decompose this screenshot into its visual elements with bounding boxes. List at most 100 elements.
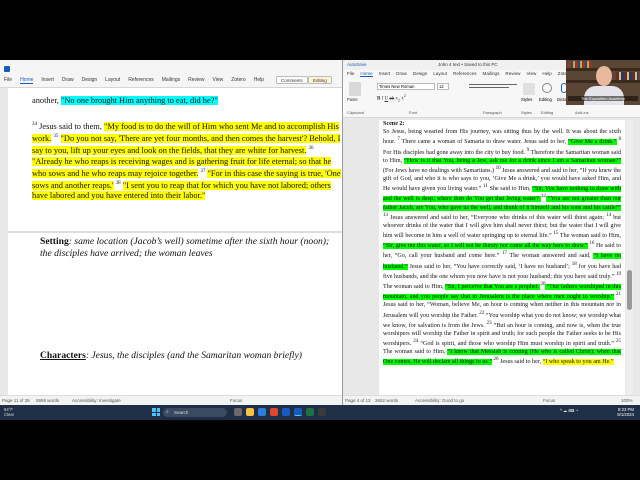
setting-paragraph: Setting: same location (Jacob’s well) so…: [40, 236, 340, 260]
tab-home[interactable]: Home: [360, 71, 373, 77]
file-explorer-icon[interactable]: [246, 408, 254, 416]
group-styles: Styles: [521, 110, 532, 115]
font-name-select[interactable]: Times New Roman: [377, 83, 435, 90]
tab-draw[interactable]: Draw: [62, 77, 74, 84]
tab-layout[interactable]: Layout: [433, 71, 447, 77]
tab-review[interactable]: Review: [505, 71, 520, 77]
para2-highlight-b: "Do you not say, 'There are yet four mon…: [32, 134, 341, 156]
page-count[interactable]: Page 11 of 39: [2, 398, 30, 403]
font-format-buttons[interactable]: B I U ab x2 x2: [377, 93, 406, 103]
tab-draw[interactable]: Draw: [396, 71, 407, 77]
word-app-icon[interactable]: [294, 408, 302, 416]
tab-design[interactable]: Design: [413, 71, 427, 77]
tab-view[interactable]: View: [213, 77, 224, 84]
ribbon-tabs-right: File Home Insert Draw Design Layout Refe…: [347, 71, 571, 77]
word-count[interactable]: 5958 words: [36, 398, 59, 403]
styles-button[interactable]: Styles: [521, 97, 532, 102]
comments-button[interactable]: Comments: [276, 76, 308, 84]
word-window-left: File Home Insert Draw Design Layout Refe…: [0, 60, 342, 405]
paragraph-buttons[interactable]: [469, 83, 517, 88]
focus-button[interactable]: Focus: [543, 398, 555, 403]
edge-browser-icon[interactable]: [258, 408, 266, 416]
webcam-overlay: The Exposition Academy: [566, 60, 640, 105]
tab-insert[interactable]: Insert: [379, 71, 391, 77]
focus-button[interactable]: Focus: [230, 398, 242, 403]
tab-help[interactable]: Help: [542, 71, 551, 77]
taskbar-search[interactable]: ⌕ Search: [163, 408, 227, 417]
paste-button[interactable]: Paste: [347, 97, 358, 102]
system-tray[interactable]: ^ ☁ ⌨ ◔: [560, 408, 578, 413]
store-app-icon[interactable]: [318, 408, 326, 416]
tab-zotero[interactable]: Zotero: [231, 77, 245, 84]
accessibility-status[interactable]: Accessibility: Investigate: [72, 398, 121, 403]
setting-text: : same location (Jacob’s well) sometime …: [40, 236, 330, 259]
tab-layout[interactable]: Layout: [105, 77, 120, 84]
tab-references[interactable]: References: [128, 77, 154, 84]
john-4-text: Scene 2: So Jesus, being wearied from Hi…: [383, 121, 622, 366]
document-right: Scene 2: So Jesus, being wearied from Hi…: [379, 120, 625, 395]
page-break: [8, 231, 342, 233]
tab-home[interactable]: Home: [20, 77, 34, 84]
paste-icon[interactable]: [349, 82, 361, 96]
word-count[interactable]: 3652 words: [375, 398, 398, 403]
excel-app-icon[interactable]: [306, 408, 314, 416]
tab-file[interactable]: File: [4, 77, 12, 84]
accessibility-status[interactable]: Accessibility: Good to go: [415, 398, 464, 403]
styles-icon[interactable]: [523, 83, 535, 95]
ribbon-tabs-left: File Home Insert Draw Design Layout Refe…: [4, 77, 264, 84]
weather-desc: Clear: [4, 412, 15, 417]
verse-number: 38: [115, 181, 121, 187]
para1-plain: another,: [32, 96, 59, 105]
status-bar-left: Page 11 of 39 5958 words Accessibility: …: [0, 395, 342, 405]
para1-highlight: "No one brought Him anything to eat, did…: [60, 96, 218, 105]
autosave-label[interactable]: AutoSave: [347, 62, 367, 67]
group-font: Font: [409, 110, 418, 115]
books: [616, 72, 638, 80]
word-logo-icon: [4, 66, 10, 72]
tab-design[interactable]: Design: [82, 77, 98, 84]
para2-plain: Jesus said to them,: [39, 121, 102, 131]
tab-mailings[interactable]: Mailings: [162, 77, 180, 84]
paragraph-1: another, "No one brought Him anything to…: [32, 96, 342, 106]
search-icon: ⌕: [166, 409, 169, 415]
letterbox-top: [0, 0, 640, 60]
chrome-browser-icon[interactable]: [270, 408, 278, 416]
verse-number: 34: [32, 122, 37, 127]
page-count[interactable]: Page 4 of 13: [345, 398, 371, 403]
document-left: another, "No one brought Him anything to…: [8, 88, 342, 395]
tab-references[interactable]: References: [453, 71, 477, 77]
scrollbar-thumb[interactable]: [627, 270, 632, 310]
scene-heading: Scene 2:: [383, 121, 405, 127]
tab-mailings[interactable]: Mailings: [483, 71, 500, 77]
scrollbar-right[interactable]: [626, 120, 633, 395]
clock[interactable]: 8:23 PM 8/1/2024: [600, 407, 634, 417]
word-app-icon[interactable]: [282, 408, 290, 416]
letterbox-bottom: [0, 420, 640, 480]
group-paragraph: Paragraph: [483, 110, 502, 115]
tab-help[interactable]: Help: [254, 77, 264, 84]
verse-number: 35: [53, 134, 59, 140]
taskbar: 84°F Clear ⌕ Search ^ ☁ ⌨ ◔ 8:23 PM 8/1/…: [0, 405, 640, 420]
group-clipboard: Clipboard: [347, 110, 365, 115]
tab-review[interactable]: Review: [188, 77, 204, 84]
font-size-select[interactable]: 12: [437, 83, 449, 90]
windows-start-icon[interactable]: [152, 408, 160, 416]
ribbon-left: File Home Insert Draw Design Layout Refe…: [0, 60, 342, 88]
editing-icon[interactable]: [542, 83, 552, 93]
zoom-level[interactable]: 100%: [621, 398, 633, 403]
verse-number: 37: [200, 169, 206, 175]
tab-file[interactable]: File: [347, 71, 354, 77]
search-placeholder: Search: [174, 410, 189, 415]
tab-insert[interactable]: Insert: [41, 77, 54, 84]
editing-button[interactable]: Editing: [539, 97, 552, 102]
group-editing: Editing: [541, 110, 554, 115]
editing-button[interactable]: Editing: [308, 76, 332, 84]
ribbon-group-labels: Clipboard Font Paragraph Styles Editing …: [343, 110, 640, 117]
setting-label: Setting: [40, 236, 69, 247]
document-title: John 4 text • Saved to this PC: [438, 62, 498, 67]
group-add-ins: Add-ins: [575, 110, 589, 115]
paragraph-2: 34 Jesus said to them, "My food is to do…: [32, 120, 342, 202]
tab-view[interactable]: View: [526, 71, 536, 77]
weather-widget[interactable]: 84°F Clear: [4, 407, 14, 417]
task-view-icon[interactable]: [234, 408, 242, 416]
